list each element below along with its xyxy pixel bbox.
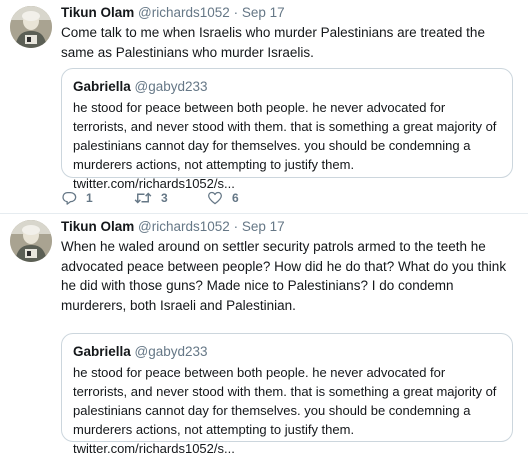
tweet-header: Tikun Olam @richards1052 · Sep 17: [61, 218, 521, 236]
tweet-text: When he waled around on settler security…: [61, 239, 507, 313]
quote-author-handle: @gabyd233: [134, 79, 208, 94]
avatar-photo: [10, 220, 52, 262]
quote-author-name: Gabriella: [73, 79, 131, 94]
tweet-text: Come talk to me when Israelis who murder…: [61, 25, 485, 60]
quoted-tweet[interactable]: Gabriella @gabyd233 he stood for peace b…: [61, 68, 513, 191]
quote-author-handle: @gabyd233: [134, 344, 208, 359]
quote-text: he stood for peace between both people. …: [73, 365, 497, 456]
author-name[interactable]: Tikun Olam: [61, 219, 134, 234]
quote-header: Gabriella @gabyd233: [73, 78, 501, 96]
reply-count: 1: [86, 191, 93, 205]
quote-header: Gabriella @gabyd233: [73, 343, 501, 361]
like-count: 6: [232, 191, 239, 205]
tweet-date[interactable]: Sep 17: [242, 5, 285, 20]
reply-button[interactable]: 1: [61, 188, 93, 208]
retweet-button[interactable]: 3: [134, 188, 168, 208]
avatar[interactable]: [10, 220, 52, 262]
avatar[interactable]: [10, 6, 52, 48]
tweet-header: Tikun Olam @richards1052 · Sep 17: [61, 4, 521, 22]
retweet-icon: [134, 192, 152, 204]
separator: ·: [233, 219, 239, 234]
separator: ·: [233, 5, 239, 20]
tweet-date[interactable]: Sep 17: [242, 219, 285, 234]
quote-author-name: Gabriella: [73, 344, 131, 359]
retweet-count: 3: [161, 191, 168, 205]
tweet[interactable]: Tikun Olam @richards1052 · Sep 17 Come t…: [0, 0, 528, 214]
reply-icon: [62, 192, 77, 205]
quoted-tweet[interactable]: Gabriella @gabyd233 he stood for peace b…: [61, 333, 513, 456]
heart-icon: [208, 191, 222, 205]
author-handle[interactable]: @richards1052: [138, 5, 230, 20]
quote-text: he stood for peace between both people. …: [73, 100, 497, 191]
tweet-feed: Tikun Olam @richards1052 · Sep 17 Come t…: [0, 0, 528, 456]
like-button[interactable]: 6: [207, 188, 239, 208]
avatar-photo: [10, 6, 52, 48]
author-name[interactable]: Tikun Olam: [61, 5, 134, 20]
tweet[interactable]: Tikun Olam @richards1052 · Sep 17 When h…: [0, 214, 528, 456]
author-handle[interactable]: @richards1052: [138, 219, 230, 234]
